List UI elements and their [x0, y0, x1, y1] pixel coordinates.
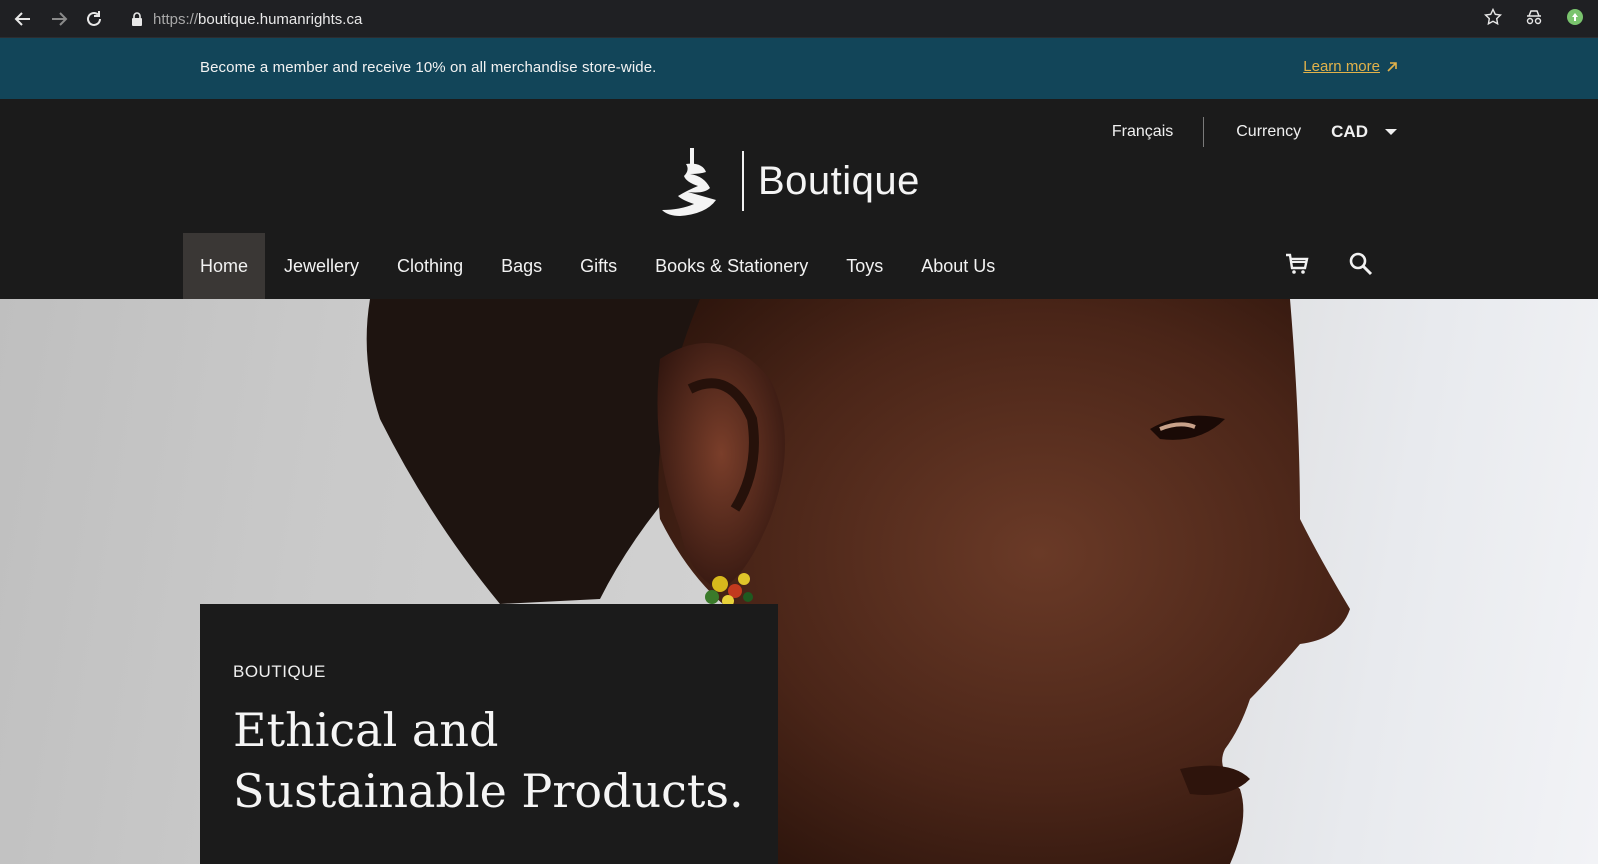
nav-item-about-us[interactable]: About Us: [902, 233, 1014, 299]
utility-bar: Français Currency CAD: [1112, 117, 1398, 147]
extension-icon[interactable]: [1566, 8, 1584, 26]
currency-label: Currency: [1236, 123, 1302, 140]
star-icon[interactable]: [1484, 8, 1502, 26]
hero-banner: BOUTIQUE Ethical and Sustainable Product…: [0, 299, 1598, 864]
currency-select[interactable]: CAD: [1331, 122, 1398, 142]
url-scheme: https://: [153, 10, 199, 28]
main-nav: Home Jewellery Clothing Bags Gifts Books…: [183, 233, 1014, 299]
logo-wordmark: Boutique: [758, 158, 920, 203]
lock-icon: [132, 12, 142, 26]
learn-more-link[interactable]: Learn more: [1303, 58, 1398, 75]
logo-divider: [742, 151, 744, 211]
nav-item-clothing[interactable]: Clothing: [378, 233, 482, 299]
browser-toolbar: https://boutique.humanrights.ca: [0, 0, 1598, 38]
hero-headline-line-1: Ethical and: [233, 703, 499, 757]
site-logo[interactable]: Boutique: [660, 144, 920, 218]
learn-more-label: Learn more: [1303, 58, 1380, 75]
nav-item-toys[interactable]: Toys: [827, 233, 902, 299]
chevron-down-icon: [1385, 129, 1397, 135]
hero-eyebrow: BOUTIQUE: [233, 662, 326, 681]
url-text: https://boutique.humanrights.ca: [153, 11, 362, 28]
museum-logo-icon: [662, 148, 716, 216]
external-arrow-icon: [1387, 61, 1397, 72]
address-bar[interactable]: https://boutique.humanrights.ca: [130, 8, 362, 30]
nav-item-bags[interactable]: Bags: [482, 233, 561, 299]
promo-message: Become a member and receive 10% on all m…: [200, 59, 657, 76]
url-host: boutique.humanrights.ca: [198, 10, 363, 28]
nav-item-jewellery[interactable]: Jewellery: [265, 233, 378, 299]
site-header: Français Currency CAD Boutique Home Jewe…: [0, 99, 1598, 299]
reload-icon[interactable]: [83, 8, 105, 30]
promo-banner: Become a member and receive 10% on all m…: [0, 38, 1598, 99]
incognito-icon[interactable]: [1524, 8, 1544, 26]
hero-headline-line-2: Sustainable Products.: [233, 764, 744, 818]
search-icon[interactable]: [1348, 251, 1374, 277]
nav-item-gifts[interactable]: Gifts: [561, 233, 636, 299]
nav-item-home[interactable]: Home: [183, 233, 266, 299]
cart-icon[interactable]: [1284, 251, 1310, 277]
currency-value: CAD: [1331, 122, 1368, 141]
back-icon[interactable]: [12, 8, 34, 30]
hero-headline: Ethical and Sustainable Products.: [233, 700, 753, 822]
hero-card: BOUTIQUE Ethical and Sustainable Product…: [200, 604, 778, 864]
forward-icon[interactable]: [48, 8, 70, 30]
language-toggle[interactable]: Français: [1112, 123, 1203, 141]
nav-item-books-stationery[interactable]: Books & Stationery: [636, 233, 827, 299]
